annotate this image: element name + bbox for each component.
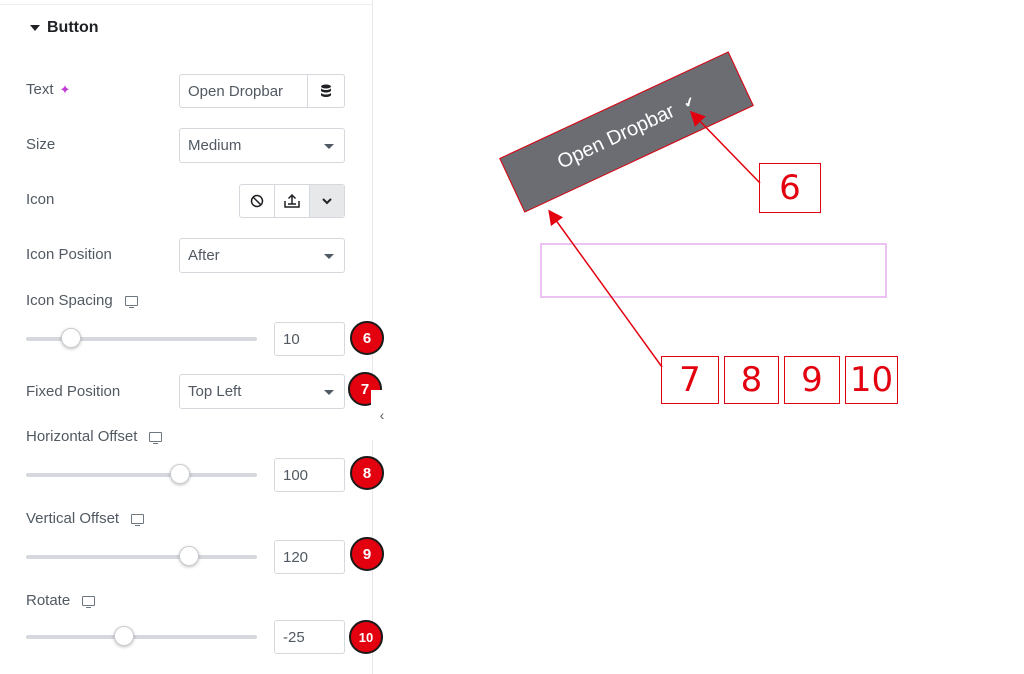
annotation-arrow [689,110,761,184]
annotation-arrows [548,110,761,368]
annotation-arrow [548,209,663,368]
